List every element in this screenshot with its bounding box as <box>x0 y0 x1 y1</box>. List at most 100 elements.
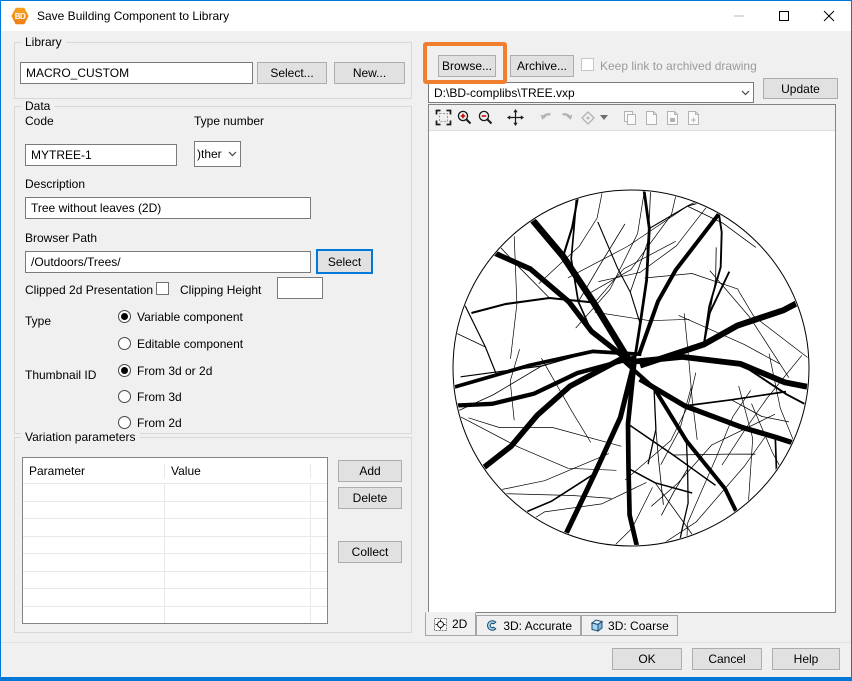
data-legend: Data <box>21 99 54 113</box>
archive-button[interactable]: Archive... <box>510 55 574 77</box>
table-cell[interactable] <box>311 537 327 554</box>
description-input[interactable]: Tree without leaves (2D) <box>25 197 311 219</box>
update-button[interactable]: Update <box>763 78 838 99</box>
radio-label: From 2d <box>137 416 182 430</box>
help-button[interactable]: Help <box>772 648 840 670</box>
pan-button[interactable] <box>505 108 526 128</box>
table-row[interactable] <box>23 554 327 572</box>
browse-button[interactable]: Browse... <box>438 55 496 77</box>
radio-from-2d[interactable]: From 2d <box>118 416 212 429</box>
collect-parameters-button[interactable]: Collect <box>338 541 402 563</box>
radio-indicator[interactable] <box>118 310 131 323</box>
table-cell[interactable] <box>165 554 311 571</box>
table-row[interactable] <box>23 607 327 624</box>
new-library-button[interactable]: New... <box>334 62 405 84</box>
table-row[interactable] <box>23 502 327 520</box>
variation-parameters-legend: Variation parameters <box>21 430 140 444</box>
table-cell[interactable] <box>23 554 165 571</box>
archive-path-combo[interactable]: D:\BD-complibs\TREE.vxp <box>428 82 754 103</box>
table-cell[interactable] <box>311 484 327 501</box>
paste-drawing-icon <box>643 110 659 126</box>
table-cell[interactable] <box>311 502 327 519</box>
radio-editable-component[interactable]: Editable component <box>118 337 243 350</box>
type-number-combo[interactable]: )ther <box>194 141 241 167</box>
table-cell[interactable] <box>165 607 311 624</box>
table-cell[interactable] <box>23 572 165 589</box>
table-row[interactable] <box>23 589 327 607</box>
table-cell[interactable] <box>165 537 311 554</box>
paste-drawing-special-button <box>682 108 703 128</box>
library-legend: Library <box>21 35 66 49</box>
table-cell[interactable] <box>165 572 311 589</box>
tab-3d-coarse[interactable]: 3D: Coarse <box>581 615 678 636</box>
radio-indicator[interactable] <box>118 364 131 377</box>
center-point-dropdown-icon <box>600 115 608 120</box>
maximize-button[interactable] <box>761 1 806 31</box>
table-cell[interactable] <box>23 519 165 536</box>
table-row[interactable] <box>23 519 327 537</box>
clipping-height-input[interactable] <box>277 277 323 299</box>
zoom-extents-icon <box>435 109 452 126</box>
variation-parameters-table[interactable]: ParameterValue <box>22 457 328 624</box>
maximize-icon <box>779 11 789 21</box>
tab-2d[interactable]: 2D <box>425 612 476 636</box>
table-cell[interactable] <box>23 607 165 624</box>
clipped-2d-label: Clipped 2d Presentation <box>25 283 153 297</box>
radio-label: Editable component <box>137 337 243 351</box>
close-button[interactable] <box>806 1 851 31</box>
radio-from-3d-or-2d[interactable]: From 3d or 2d <box>118 364 212 377</box>
library-name-input[interactable]: MACRO_CUSTOM <box>20 62 253 84</box>
radio-indicator[interactable] <box>118 337 131 350</box>
radio-variable-component[interactable]: Variable component <box>118 310 243 323</box>
zoom-in-button[interactable] <box>454 108 475 128</box>
rotate-view-left-icon <box>538 110 554 126</box>
chevron-down-icon <box>224 151 240 157</box>
table-cell[interactable] <box>23 502 165 519</box>
preview-panel <box>428 104 836 613</box>
minimize-icon <box>734 11 744 21</box>
table-cell[interactable] <box>311 607 327 624</box>
table-cell[interactable] <box>23 589 165 606</box>
archive-path-value: D:\BD-complibs\TREE.vxp <box>434 86 575 100</box>
preview-canvas[interactable] <box>429 132 835 612</box>
radio-indicator[interactable] <box>118 416 131 429</box>
select-library-button[interactable]: Select... <box>257 62 327 84</box>
select-path-button[interactable]: Select <box>316 249 373 274</box>
add-parameter-button[interactable]: Add <box>338 460 402 482</box>
table-row[interactable] <box>23 484 327 502</box>
type-number-value: )ther <box>197 147 222 161</box>
table-row[interactable] <box>23 537 327 555</box>
table-cell[interactable] <box>311 572 327 589</box>
keep-link-checkbox <box>581 58 594 71</box>
clipped-2d-checkbox[interactable] <box>156 282 169 295</box>
table-cell[interactable] <box>165 589 311 606</box>
table-cell[interactable] <box>23 484 165 501</box>
table-cell[interactable] <box>311 519 327 536</box>
preview-toolbar <box>429 105 835 131</box>
radio-label: Variable component <box>137 310 243 324</box>
code-input[interactable]: MYTREE-1 <box>25 144 177 166</box>
table-row[interactable] <box>23 572 327 590</box>
radio-indicator[interactable] <box>118 390 131 403</box>
table-cell[interactable] <box>23 537 165 554</box>
table-cell[interactable] <box>165 519 311 536</box>
tab-3d-accurate[interactable]: 3D: Accurate <box>476 615 581 636</box>
paste-drawing-alt-icon <box>664 110 680 126</box>
radio-label: From 3d or 2d <box>137 364 212 378</box>
type-number-label: Type number <box>194 114 264 128</box>
tab-label: 3D: Accurate <box>503 619 572 633</box>
table-cell[interactable] <box>165 484 311 501</box>
radio-from-3d[interactable]: From 3d <box>118 390 212 403</box>
table-cell[interactable] <box>311 589 327 606</box>
table-cell[interactable] <box>165 502 311 519</box>
zoom-extents-button[interactable] <box>433 108 454 128</box>
delete-parameter-button[interactable]: Delete <box>338 487 402 509</box>
cancel-button[interactable]: Cancel <box>692 648 762 670</box>
zoom-out-button[interactable] <box>475 108 496 128</box>
zoom-in-icon <box>456 109 473 126</box>
copy-drawing-icon <box>622 110 638 126</box>
ok-button[interactable]: OK <box>612 648 682 670</box>
table-cell[interactable] <box>311 554 327 571</box>
browser-path-input[interactable]: /Outdoors/Trees/ <box>25 251 311 273</box>
type-label: Type <box>25 314 51 328</box>
